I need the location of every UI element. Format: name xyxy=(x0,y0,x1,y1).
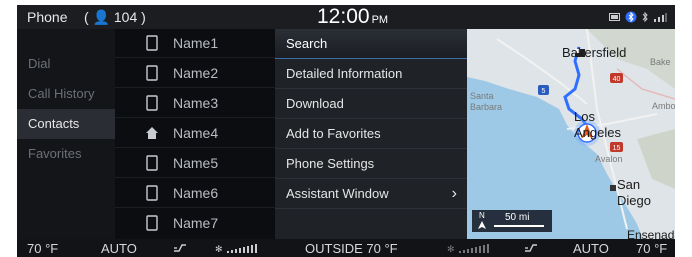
outside-temp: OUTSIDE 70 °F xyxy=(305,241,398,256)
svg-text:✻: ✻ xyxy=(215,245,223,254)
search-option[interactable]: Search xyxy=(275,29,467,59)
options-popup: Search Detailed Information Download Add… xyxy=(275,29,467,239)
contact-row[interactable]: Name1 xyxy=(115,29,275,58)
navigation-map[interactable]: 5 40 15 Bakersfield Los Angeles San Dieg… xyxy=(467,29,675,239)
fan-speed-icon[interactable]: ✻ xyxy=(215,242,259,254)
svg-text:5: 5 xyxy=(542,88,546,95)
map-label-los-angeles: Los Angeles xyxy=(574,109,621,140)
svg-text:✻: ✻ xyxy=(447,245,455,254)
contact-row[interactable]: Name3 xyxy=(115,89,275,118)
clock-ampm: PM xyxy=(371,14,389,26)
menu-item-favorites[interactable]: Favorites xyxy=(17,139,115,169)
bluetooth-icon xyxy=(625,11,637,23)
phone-icon xyxy=(146,215,158,231)
contact-row[interactable]: Name4 xyxy=(115,119,275,148)
map-label-santa: Santa xyxy=(470,91,494,101)
battery-icon xyxy=(609,13,620,21)
menu-item-call-history[interactable]: Call History xyxy=(17,79,115,109)
north-arrow-icon xyxy=(478,221,486,229)
map-label-san-diego: San Diego xyxy=(617,177,651,208)
contact-name: Name3 xyxy=(173,95,219,111)
chevron-right-icon: › xyxy=(451,185,457,202)
download-option[interactable]: Download xyxy=(275,89,467,119)
passenger-auto-mode[interactable]: AUTO xyxy=(573,241,609,256)
contact-name: Name5 xyxy=(173,155,219,171)
contact-count: ( 👤 104 ) xyxy=(84,9,146,25)
contact-name: Name7 xyxy=(173,215,219,231)
driver-auto-mode[interactable]: AUTO xyxy=(101,241,137,256)
phone-settings-option[interactable]: Phone Settings xyxy=(275,149,467,179)
scale-bar xyxy=(494,225,544,227)
phone-menu: Dial Call History Contacts Favorites xyxy=(17,29,115,239)
map-label-bake: Bake xyxy=(650,57,671,67)
signal-icon xyxy=(654,13,667,22)
driver-temp[interactable]: 70 °F xyxy=(27,241,58,256)
status-bar: Phone ( 👤 104 ) 12:00 PM xyxy=(17,5,675,29)
menu-item-dial[interactable]: Dial xyxy=(17,49,115,79)
bluetooth-phone-icon xyxy=(642,11,648,23)
contacts-list: Name1 Name2 Name3 Name4 Name5 Name6 Name… xyxy=(115,29,275,239)
passenger-temp[interactable]: 70 °F xyxy=(636,241,667,256)
north-indicator: N xyxy=(479,211,485,220)
menu-item-contacts[interactable]: Contacts xyxy=(17,109,115,139)
map-scale: N 50 mi xyxy=(472,210,552,232)
contact-row[interactable]: Name2 xyxy=(115,59,275,88)
contact-row[interactable]: Name7 xyxy=(115,209,275,238)
contact-row[interactable]: Name5 xyxy=(115,149,275,178)
phone-icon xyxy=(146,95,158,111)
map-label-barbara: Barbara xyxy=(470,102,503,112)
status-icons xyxy=(609,11,667,23)
contact-name: Name1 xyxy=(173,35,219,51)
add-to-favorites-option[interactable]: Add to Favorites xyxy=(275,119,467,149)
infotainment-screen: Phone ( 👤 104 ) 12:00 PM Dial Call Histor… xyxy=(17,5,675,257)
phone-icon xyxy=(146,65,158,81)
highway-shield-icon: 40 xyxy=(610,73,623,83)
svg-text:40: 40 xyxy=(613,76,621,83)
highway-shield-icon: 5 xyxy=(538,85,549,95)
fan-speed-icon[interactable]: ✻ xyxy=(447,242,491,254)
climate-bar: 70 °F AUTO ✻ OUTSIDE 70 °F ✻ AUTO 70 °F xyxy=(17,239,675,257)
contact-row[interactable]: Name6 xyxy=(115,179,275,208)
app-title: Phone xyxy=(27,9,68,25)
contact-name: Name6 xyxy=(173,185,219,201)
contact-name: Name4 xyxy=(173,125,219,141)
airflow-direction-icon[interactable] xyxy=(523,242,539,254)
phone-icon xyxy=(146,35,158,51)
highway-shield-icon: 15 xyxy=(610,142,623,152)
contact-name: Name2 xyxy=(173,65,219,81)
clock-time: 12:00 xyxy=(317,5,370,28)
clock: 12:00 PM xyxy=(317,5,388,29)
assistant-window-label: Assistant Window xyxy=(286,186,389,201)
map-label-ensenada: Ensenada xyxy=(627,228,675,239)
map-label-avalon: Avalon xyxy=(595,154,623,164)
svg-text:15: 15 xyxy=(613,145,621,152)
assistant-window-option[interactable]: Assistant Window › xyxy=(275,179,467,209)
scale-distance: 50 mi xyxy=(505,212,530,223)
detailed-information-option[interactable]: Detailed Information xyxy=(275,59,467,89)
airflow-direction-icon[interactable] xyxy=(172,242,188,254)
phone-icon xyxy=(146,155,158,171)
map-label-ambo: Ambo xyxy=(652,101,675,111)
home-icon xyxy=(146,127,158,139)
phone-icon xyxy=(146,185,158,201)
map-label-bakersfield: Bakersfield xyxy=(562,45,627,60)
